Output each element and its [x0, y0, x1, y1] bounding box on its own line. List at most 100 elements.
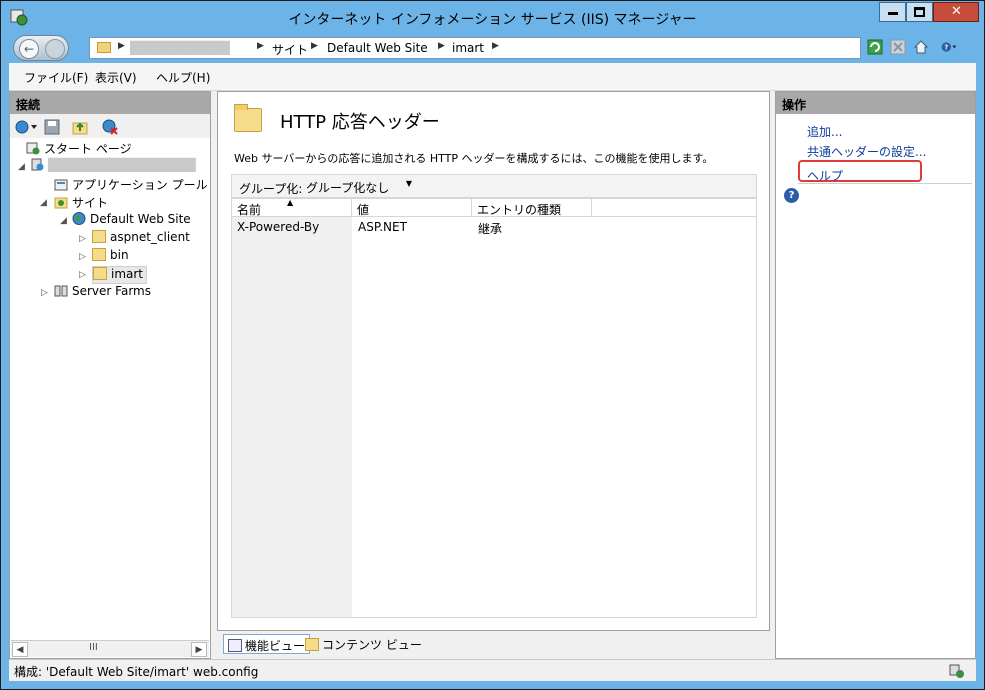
chevron-down-icon: ▼ [405, 179, 412, 188]
action-help-link[interactable]: ヘルプ [807, 167, 843, 184]
breadcrumb-separator[interactable]: ▶ [257, 41, 264, 51]
action-add-link[interactable]: 追加... [807, 123, 842, 140]
connections-panel: 接続 スタート ページ ◢ ████████████████ アプリケーション … [9, 91, 211, 659]
tab-label: 機能ビュー [245, 639, 306, 653]
folder-icon [92, 248, 106, 261]
connections-tree: スタート ページ ◢ ████████████████ アプリケーション プール… [10, 138, 210, 638]
collapse-arrow-icon[interactable]: ◢ [60, 216, 67, 226]
action-set-common-headers-link[interactable]: 共通ヘッダーの設定... [807, 143, 926, 160]
collapse-arrow-icon[interactable]: ◢ [40, 198, 47, 208]
forward-arrow-icon[interactable] [45, 39, 65, 59]
maximize-button[interactable] [906, 2, 933, 22]
tree-item-label: aspnet_client [110, 230, 190, 244]
column-header-label: 名前 [237, 203, 262, 217]
column-header-name[interactable]: 名前 ▲ [232, 198, 352, 217]
features-view-icon [228, 639, 242, 652]
server-icon [31, 158, 44, 171]
tree-item-label: サイト [72, 196, 109, 210]
scroll-thumb[interactable]: III [89, 642, 98, 653]
column-header-value[interactable]: 値 [352, 199, 472, 217]
connect-icon[interactable] [14, 119, 38, 135]
expand-arrow-icon[interactable]: ▷ [79, 270, 86, 280]
folder-icon [92, 230, 106, 243]
maximize-icon [914, 7, 925, 17]
navigation-bar: ← ▶ ████████████ ▶ サイト ▶ Default Web Sit… [9, 33, 976, 63]
disconnect-icon[interactable] [102, 119, 118, 135]
menu-bar: ファイル(F) 表示(V) ヘルプ(H) [9, 63, 976, 91]
breadcrumb-separator[interactable]: ▶ [492, 41, 499, 51]
horizontal-scrollbar[interactable]: ◀ III ▶ [11, 640, 209, 657]
scroll-right-icon[interactable]: ▶ [191, 642, 207, 657]
group-by-value: グループ化なし [306, 181, 390, 195]
tree-item-label: Server Farms [72, 284, 151, 298]
expand-arrow-icon[interactable]: ▷ [41, 288, 48, 298]
actions-list: 追加... 共通ヘッダーの設定... ? ヘルプ [776, 114, 975, 658]
status-text: 構成: 'Default Web Site/imart' web.config [14, 665, 259, 679]
menu-view[interactable]: 表示(V) [95, 69, 137, 86]
menu-file[interactable]: ファイル(F) [24, 69, 88, 86]
status-bar: 構成: 'Default Web Site/imart' web.config [9, 659, 976, 681]
breadcrumb-sites[interactable]: サイト [272, 41, 308, 58]
sites-icon [54, 197, 68, 209]
app-pool-icon [54, 179, 68, 191]
cell-entry-type: 継承 [478, 222, 503, 236]
up-folder-icon[interactable] [72, 119, 88, 135]
tab-content-view[interactable]: コンテンツ ビュー [301, 634, 426, 654]
refresh-icon[interactable] [867, 39, 883, 55]
expand-arrow-icon[interactable]: ▷ [79, 234, 86, 244]
group-by-bar: グループ化: グループ化なし ▼ [231, 174, 757, 198]
expand-arrow-icon[interactable]: ▷ [79, 252, 86, 262]
breadcrumb-imart[interactable]: imart [452, 41, 484, 55]
sort-ascending-icon: ▲ [287, 198, 294, 207]
tree-item-default-web-site[interactable]: Default Web Site [72, 212, 191, 230]
breadcrumb-separator[interactable]: ▶ [118, 41, 125, 51]
group-by-select[interactable]: グループ化なし ▼ [302, 177, 416, 197]
help-icon[interactable]: ? [784, 188, 799, 203]
tree-item-start-page[interactable]: スタート ページ [26, 140, 132, 158]
view-tabs: 機能ビュー コンテンツ ビュー [217, 631, 770, 657]
tree-item-imart[interactable]: imart [92, 266, 148, 284]
close-button[interactable]: ✕ [933, 2, 979, 22]
content-view-icon [305, 638, 319, 651]
tree-item-label: imart [111, 267, 144, 281]
tree-item-server[interactable]: ████████████████ [30, 158, 196, 176]
connections-header: 接続 [10, 92, 210, 114]
breadcrumb-default-web-site[interactable]: Default Web Site [327, 41, 428, 55]
column-header-label: エントリの種類 [477, 203, 562, 217]
stop-icon[interactable] [890, 39, 906, 55]
tree-item-app-pools[interactable]: アプリケーション プール [54, 176, 208, 194]
iis-manager-window: インターネット インフォメーション サービス (IIS) マネージャー ✕ ← … [0, 0, 985, 690]
breadcrumb-separator[interactable]: ▶ [438, 41, 445, 51]
tree-item-sites[interactable]: サイト [54, 194, 108, 212]
menu-help[interactable]: ヘルプ(H) [156, 69, 210, 86]
svg-text:?: ? [944, 44, 948, 52]
back-arrow-icon[interactable]: ← [19, 39, 39, 59]
back-forward-buttons[interactable]: ← [13, 35, 69, 61]
breadcrumb-server[interactable]: ████████████ [130, 41, 230, 55]
save-icon[interactable] [44, 119, 60, 135]
cell-name: X-Powered-By [237, 220, 320, 234]
close-icon: ✕ [951, 4, 962, 19]
column-header-entry-type[interactable]: エントリの種類 [472, 199, 592, 217]
tree-item-label: bin [110, 248, 129, 262]
home-icon[interactable] [913, 39, 929, 55]
tree-item-bin[interactable]: bin [92, 248, 129, 266]
collapse-arrow-icon[interactable]: ◢ [18, 162, 25, 172]
address-bar[interactable]: ▶ ████████████ ▶ サイト ▶ Default Web Site … [89, 37, 861, 59]
table-header: 名前 ▲ 値 エントリの種類 [232, 198, 756, 217]
minimize-button[interactable] [879, 2, 906, 22]
help-dropdown-icon[interactable]: ? [941, 39, 957, 55]
tree-item-aspnet-client[interactable]: aspnet_client [92, 230, 190, 248]
tree-item-label: Default Web Site [90, 212, 191, 226]
title-bar[interactable]: インターネット インフォメーション サービス (IIS) マネージャー ✕ [1, 1, 984, 33]
scroll-left-icon[interactable]: ◀ [12, 642, 28, 657]
breadcrumb-separator[interactable]: ▶ [311, 41, 318, 51]
connections-toolbar [10, 114, 210, 138]
headers-table: 名前 ▲ 値 エントリの種類 X-Powered-By ASP.NET 継承 [231, 198, 757, 618]
folder-icon [234, 104, 262, 132]
tab-features-view[interactable]: 機能ビュー [223, 634, 311, 654]
server-status-icon [949, 664, 964, 678]
folder-icon [93, 267, 107, 280]
tree-item-server-farms[interactable]: Server Farms [54, 284, 151, 302]
tree-item-label: アプリケーション プール [72, 178, 208, 192]
